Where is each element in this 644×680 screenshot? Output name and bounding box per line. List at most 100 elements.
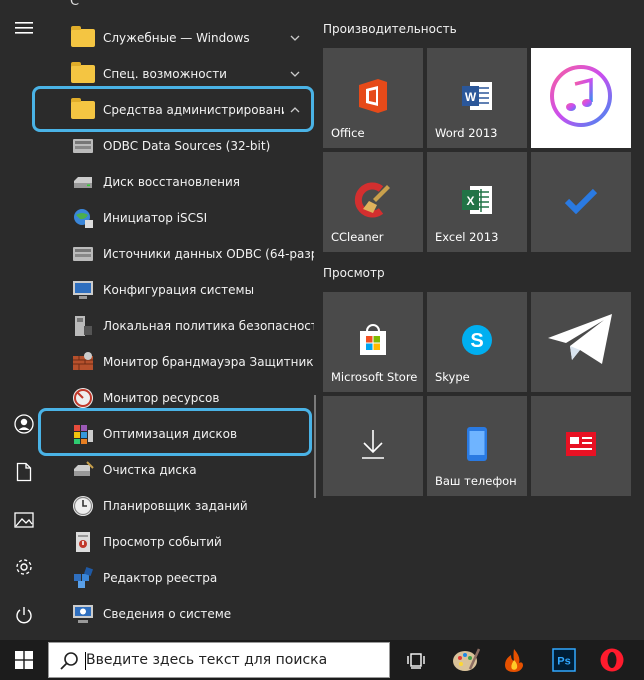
app-item-label: Локальная политика безопасности [103, 319, 314, 333]
paint-palette-icon[interactable] [450, 644, 482, 676]
app-item-label: Планировщик заданий [103, 499, 248, 513]
tile-telegram[interactable] [531, 292, 631, 392]
search-icon [59, 651, 79, 675]
app-item[interactable]: ODBC Data Sources (32-bit) [48, 128, 314, 164]
app-item[interactable]: Планировщик заданий [48, 488, 314, 524]
svg-text:X: X [466, 194, 474, 208]
app-item[interactable]: Инициатор iSCSI [48, 200, 314, 236]
odbc-icon [70, 133, 96, 159]
app-item-label: Очистка диска [103, 463, 197, 477]
photoshop-icon[interactable]: Ps [548, 644, 580, 676]
office-icon [356, 77, 390, 119]
settings-gear-icon[interactable] [8, 551, 40, 583]
registry-editor-icon [70, 565, 96, 591]
folder-icon [70, 61, 96, 87]
tile-your-phone[interactable]: Ваш телефон [427, 396, 527, 496]
tile-label: Ваш телефон [435, 474, 517, 488]
app-item-label: Сведения о системе [103, 607, 232, 621]
tile-microsoft-store[interactable]: Microsoft Store [323, 292, 423, 392]
tile-news[interactable] [531, 396, 631, 496]
app-item[interactable]: Диск восстановления [48, 164, 314, 200]
app-item-label: Монитор ресурсов [103, 391, 220, 405]
tile-label: Excel 2013 [435, 230, 499, 244]
tile-label: Office [331, 126, 365, 140]
tile-label: Word 2013 [435, 126, 498, 140]
odbc-icon [70, 241, 96, 267]
taskbar-search-box[interactable]: Введите здесь текст для поиска [48, 642, 390, 678]
user-account-icon[interactable] [8, 408, 40, 440]
svg-text:S: S [470, 330, 483, 352]
firewall-icon [70, 349, 96, 375]
search-placeholder: Введите здесь текст для поиска [86, 652, 328, 668]
start-menu: С Служебные — Windows Спец. возможности … [0, 0, 644, 640]
ccleaner-icon [353, 181, 393, 223]
phone-icon [465, 426, 489, 466]
tile-label: CCleaner [331, 230, 384, 244]
svg-text:Ps: Ps [557, 656, 570, 668]
tile-group-title[interactable]: Просмотр [323, 266, 385, 280]
app-flame-icon[interactable] [498, 644, 530, 676]
app-item-label: Диск восстановления [103, 175, 240, 189]
telegram-icon [546, 312, 616, 372]
event-viewer-icon [70, 529, 96, 555]
app-item[interactable]: Локальная политика безопасности [48, 308, 314, 344]
app-item[interactable]: Просмотр событий [48, 524, 314, 560]
tile-group-title[interactable]: Производительность [323, 22, 457, 36]
app-item-label: ODBC Data Sources (32-bit) [103, 139, 271, 153]
app-item[interactable]: Монитор брандмауэра Защитника... [48, 344, 314, 380]
folder-icon [70, 25, 96, 51]
task-scheduler-icon [70, 493, 96, 519]
recovery-drive-icon [70, 169, 96, 195]
highlight-admin-tools [32, 86, 314, 132]
app-item[interactable]: Сведения о системе [48, 596, 314, 632]
itunes-icon [549, 64, 613, 132]
app-list-scrollbar[interactable] [314, 395, 316, 498]
tiles-area: Производительность Office W Word 2013 CC… [322, 0, 644, 640]
tile-downloads[interactable] [323, 396, 423, 496]
app-item-label: Редактор реестра [103, 571, 218, 585]
tile-todo[interactable] [531, 152, 631, 252]
security-policy-icon [70, 313, 96, 339]
task-view-icon[interactable] [400, 644, 432, 676]
documents-icon[interactable] [8, 456, 40, 488]
app-item[interactable]: Редактор реестра [48, 560, 314, 596]
svg-text:W: W [465, 90, 477, 104]
hamburger-menu-icon[interactable] [8, 12, 40, 44]
iscsi-icon [70, 205, 96, 231]
tile-itunes[interactable] [531, 48, 631, 148]
power-icon[interactable] [8, 599, 40, 631]
disk-cleanup-icon [70, 457, 96, 483]
tile-label: Microsoft Store [331, 370, 418, 384]
text-caret [85, 652, 86, 670]
tile-skype[interactable]: S Skype [427, 292, 527, 392]
windows-start-icon[interactable] [8, 644, 40, 676]
app-item-label: Источники данных ODBC (64-разр... [103, 247, 314, 261]
app-item-label: Служебные — Windows [103, 31, 250, 45]
tile-word[interactable]: W Word 2013 [427, 48, 527, 148]
app-item-label: Просмотр событий [103, 535, 222, 549]
msconfig-icon [70, 277, 96, 303]
pictures-icon[interactable] [8, 504, 40, 536]
app-item-label: Инициатор iSCSI [103, 211, 208, 225]
app-item-label: Конфигурация системы [103, 283, 255, 297]
tile-label: Skype [435, 370, 470, 384]
tile-excel[interactable]: X Excel 2013 [427, 152, 527, 252]
app-item[interactable]: Очистка диска [48, 452, 314, 488]
opera-browser-icon[interactable] [596, 644, 628, 676]
store-bag-icon [356, 323, 390, 361]
app-item-label: Спец. возможности [103, 67, 227, 81]
chevron-down-icon[interactable] [284, 71, 306, 77]
app-item-label: Монитор брандмауэра Защитника... [103, 355, 314, 369]
tile-office[interactable]: Office [323, 48, 423, 148]
app-item[interactable]: Конфигурация системы [48, 272, 314, 308]
letter-header[interactable]: С [70, 0, 79, 9]
app-item-folder[interactable]: Служебные — Windows [48, 20, 314, 56]
app-item[interactable]: Источники данных ODBC (64-разр... [48, 236, 314, 272]
taskbar: Введите здесь текст для поиска Ps [0, 640, 644, 680]
download-arrow-icon [360, 428, 386, 464]
excel-icon: X [460, 183, 494, 221]
news-icon [564, 430, 598, 462]
chevron-down-icon[interactable] [284, 35, 306, 41]
checkmark-icon [564, 186, 598, 218]
tile-ccleaner[interactable]: CCleaner [323, 152, 423, 252]
